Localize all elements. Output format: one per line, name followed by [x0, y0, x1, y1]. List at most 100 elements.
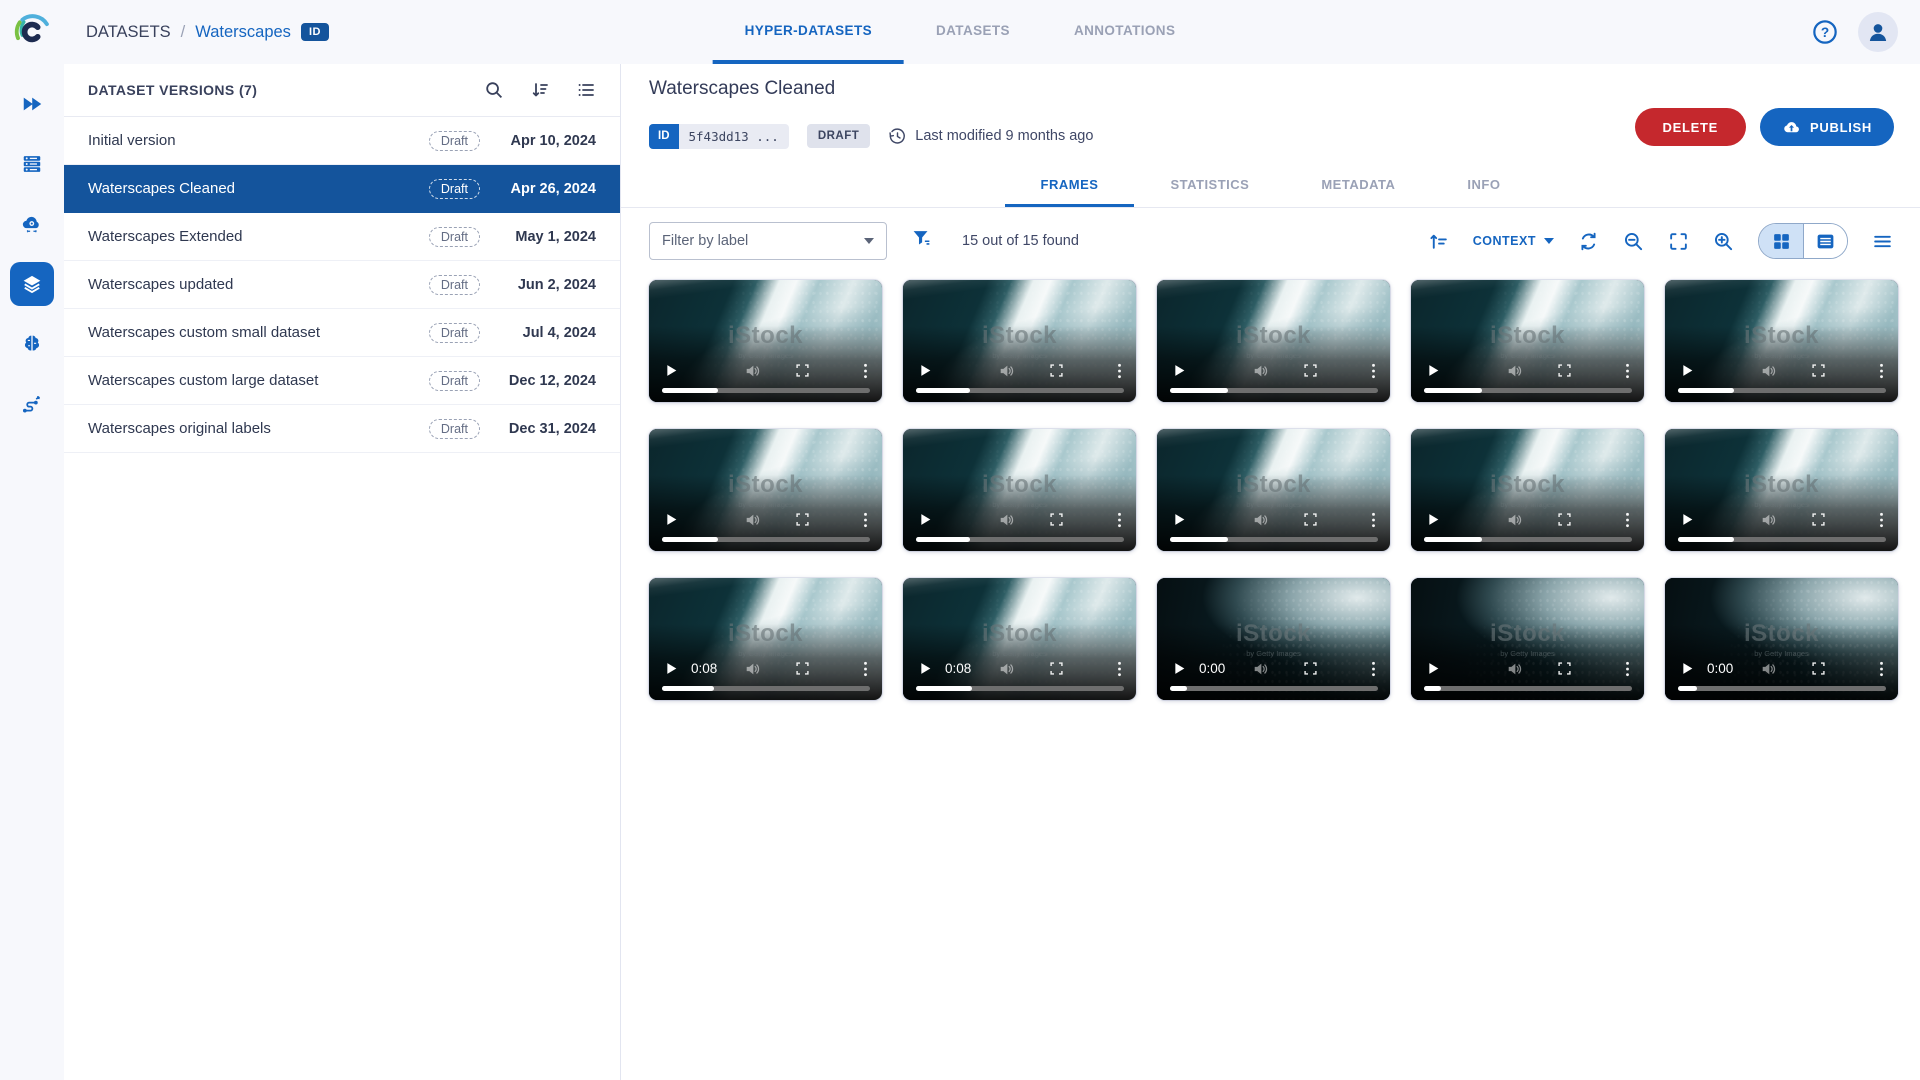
search-icon[interactable]: [484, 80, 504, 100]
sidebar-experiments-icon[interactable]: [10, 82, 54, 126]
video-frame-card[interactable]: iStock by Getty Images: [1665, 429, 1898, 551]
video-progress-bar[interactable]: [1170, 388, 1378, 393]
video-progress-bar[interactable]: [1424, 537, 1632, 542]
fit-to-screen-icon[interactable]: [1668, 231, 1689, 252]
sort-versions-icon[interactable]: [530, 80, 550, 100]
version-list-item[interactable]: Waterscapes Extended Draft May 1, 2024: [64, 213, 620, 261]
sidebar-workers-queues-icon[interactable]: [10, 142, 54, 186]
more-options-icon[interactable]: [863, 362, 868, 385]
video-progress-bar[interactable]: [1170, 537, 1378, 542]
play-icon[interactable]: [664, 661, 679, 681]
version-list-item[interactable]: Waterscapes custom small dataset Draft J…: [64, 309, 620, 357]
play-icon[interactable]: [1426, 363, 1441, 383]
fullscreen-icon[interactable]: [1303, 363, 1318, 383]
more-options-icon[interactable]: [1371, 511, 1376, 534]
list-settings-icon[interactable]: [576, 80, 596, 100]
volume-icon[interactable]: [1252, 660, 1270, 683]
video-progress-bar[interactable]: [662, 388, 870, 393]
fullscreen-icon[interactable]: [1557, 363, 1572, 383]
video-frame-card[interactable]: iStock by Getty Images 0:08: [649, 578, 882, 700]
id-badge[interactable]: ID: [301, 23, 329, 41]
fullscreen-icon[interactable]: [1049, 363, 1064, 383]
video-frame-card[interactable]: iStock by Getty Images 0:00: [1665, 578, 1898, 700]
fullscreen-icon[interactable]: [1303, 661, 1318, 681]
context-dropdown[interactable]: CONTEXT: [1473, 234, 1554, 248]
tab-hyper-datasets[interactable]: HYPER-DATASETS: [713, 0, 904, 64]
video-frame-card[interactable]: iStock by Getty Images: [1157, 429, 1390, 551]
publish-button[interactable]: PUBLISH: [1760, 108, 1894, 146]
play-icon[interactable]: [1172, 363, 1187, 383]
tab-metadata[interactable]: METADATA: [1285, 164, 1431, 207]
video-progress-bar[interactable]: [1678, 686, 1886, 691]
sidebar-cloud-apps-icon[interactable]: [10, 202, 54, 246]
play-icon[interactable]: [664, 363, 679, 383]
zoom-in-icon[interactable]: [1713, 231, 1734, 252]
filter-by-label-select[interactable]: Filter by label: [649, 222, 887, 260]
fullscreen-icon[interactable]: [1557, 661, 1572, 681]
more-options-icon[interactable]: [1371, 362, 1376, 385]
fullscreen-icon[interactable]: [1811, 363, 1826, 383]
more-options-icon[interactable]: [863, 511, 868, 534]
refresh-icon[interactable]: [1578, 231, 1599, 252]
fullscreen-icon[interactable]: [795, 363, 810, 383]
zoom-out-icon[interactable]: [1623, 231, 1644, 252]
more-options-icon[interactable]: [1117, 511, 1122, 534]
volume-icon[interactable]: [1506, 362, 1524, 385]
tab-datasets[interactable]: DATASETS: [904, 0, 1042, 64]
video-progress-bar[interactable]: [916, 686, 1124, 691]
fullscreen-icon[interactable]: [1049, 512, 1064, 532]
sidebar-pipelines-icon[interactable]: [10, 382, 54, 426]
video-frame-card[interactable]: iStock by Getty Images: [1157, 280, 1390, 402]
help-icon[interactable]: ?: [1812, 19, 1838, 45]
play-icon[interactable]: [1172, 512, 1187, 532]
video-progress-bar[interactable]: [1678, 388, 1886, 393]
volume-icon[interactable]: [1760, 511, 1778, 534]
video-progress-bar[interactable]: [1678, 537, 1886, 542]
fullscreen-icon[interactable]: [795, 661, 810, 681]
play-icon[interactable]: [918, 661, 933, 681]
volume-icon[interactable]: [998, 362, 1016, 385]
fullscreen-icon[interactable]: [1049, 661, 1064, 681]
volume-icon[interactable]: [1506, 511, 1524, 534]
more-options-icon[interactable]: [1879, 362, 1884, 385]
volume-icon[interactable]: [1252, 511, 1270, 534]
version-list-item[interactable]: Waterscapes Cleaned Draft Apr 26, 2024: [64, 165, 620, 213]
tab-annotations[interactable]: ANNOTATIONS: [1042, 0, 1207, 64]
version-list-item[interactable]: Initial version Draft Apr 10, 2024: [64, 117, 620, 165]
video-frame-card[interactable]: iStock by Getty Images: [903, 280, 1136, 402]
video-frame-card[interactable]: iStock by Getty Images: [1665, 280, 1898, 402]
video-frame-card[interactable]: iStock by Getty Images: [649, 280, 882, 402]
play-icon[interactable]: [918, 363, 933, 383]
more-options-icon[interactable]: [1879, 511, 1884, 534]
fullscreen-icon[interactable]: [1303, 512, 1318, 532]
play-icon[interactable]: [1680, 661, 1695, 681]
more-options-icon[interactable]: [1117, 660, 1122, 683]
video-progress-bar[interactable]: [1424, 686, 1632, 691]
video-frame-card[interactable]: iStock by Getty Images: [1411, 429, 1644, 551]
sidebar-models-icon[interactable]: [10, 322, 54, 366]
volume-icon[interactable]: [998, 660, 1016, 683]
version-list-item[interactable]: Waterscapes updated Draft Jun 2, 2024: [64, 261, 620, 309]
more-options-icon[interactable]: [1117, 362, 1122, 385]
volume-icon[interactable]: [1252, 362, 1270, 385]
more-options-icon[interactable]: [1625, 362, 1630, 385]
volume-icon[interactable]: [1760, 362, 1778, 385]
play-icon[interactable]: [918, 512, 933, 532]
clearml-logo-icon[interactable]: [0, 0, 64, 64]
dataset-id-chip[interactable]: ID 5f43dd13 ...: [649, 124, 789, 149]
video-progress-bar[interactable]: [1170, 686, 1378, 691]
version-list-item[interactable]: Waterscapes original labels Draft Dec 31…: [64, 405, 620, 453]
video-frame-card[interactable]: iStock by Getty Images: [1411, 578, 1644, 700]
fullscreen-icon[interactable]: [1811, 661, 1826, 681]
video-frame-card[interactable]: iStock by Getty Images: [649, 429, 882, 551]
more-options-icon[interactable]: [1625, 660, 1630, 683]
sidebar-datasets-icon[interactable]: [10, 262, 54, 306]
video-frame-card[interactable]: iStock by Getty Images: [1411, 280, 1644, 402]
video-progress-bar[interactable]: [662, 537, 870, 542]
video-progress-bar[interactable]: [1424, 388, 1632, 393]
tab-statistics[interactable]: STATISTICS: [1134, 164, 1285, 207]
fullscreen-icon[interactable]: [1557, 512, 1572, 532]
volume-icon[interactable]: [744, 362, 762, 385]
play-icon[interactable]: [1426, 512, 1441, 532]
breadcrumb-current[interactable]: Waterscapes: [195, 23, 291, 42]
